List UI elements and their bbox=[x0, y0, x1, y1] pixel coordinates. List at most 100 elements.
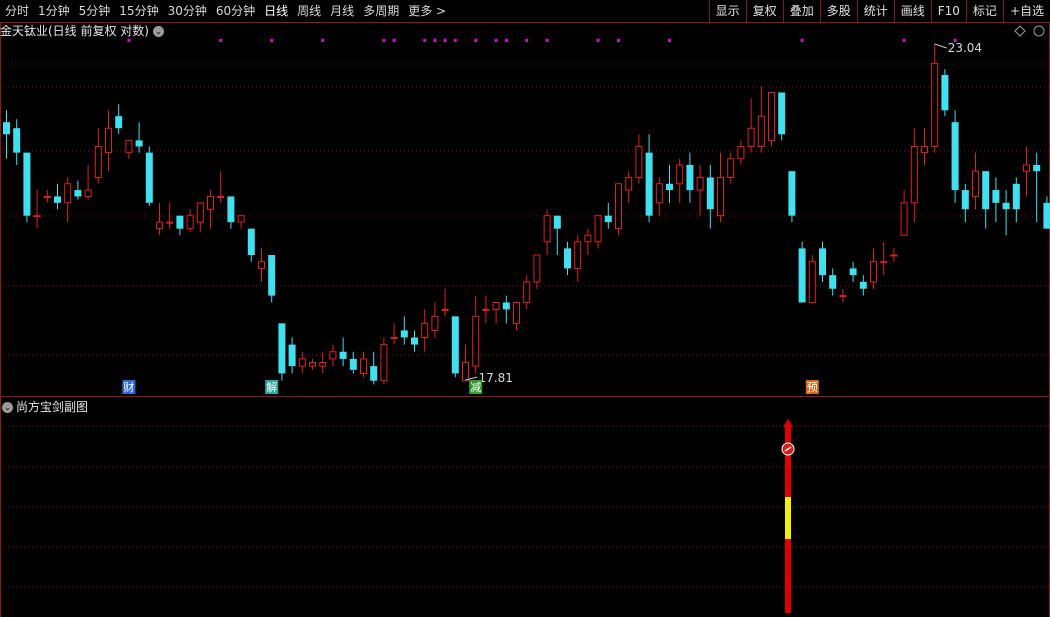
candle-body-down bbox=[941, 74, 949, 111]
event-marker-0[interactable]: 财 bbox=[123, 380, 134, 394]
candle-body-up bbox=[43, 195, 51, 198]
candle-body-up bbox=[972, 170, 979, 197]
indicator-title-text: 尚方宝剑副图 bbox=[16, 400, 89, 414]
sub-chart-title: ⌄ 尚方宝剑副图 bbox=[0, 399, 88, 415]
candle-body-down bbox=[778, 92, 786, 135]
candle-body-down bbox=[370, 366, 378, 381]
signal-dot bbox=[525, 39, 529, 42]
candle-body-up bbox=[921, 145, 928, 154]
diamond-icon[interactable] bbox=[1014, 25, 1026, 37]
toolbar-button-0[interactable]: 显示 bbox=[708, 0, 746, 22]
candle-body-down bbox=[798, 248, 806, 303]
toolbar-button-8[interactable]: +自选 bbox=[1002, 0, 1050, 22]
period-tab-9[interactable]: 多周期 bbox=[358, 0, 403, 22]
low-price-label: 17.81 bbox=[479, 371, 513, 385]
signal-dot bbox=[494, 39, 498, 42]
sub-indicator-chart[interactable] bbox=[0, 397, 1050, 617]
candle-body-up bbox=[574, 241, 582, 269]
signal-dot bbox=[545, 39, 549, 42]
candle-body-up bbox=[931, 62, 939, 147]
event-marker-2[interactable]: 减 bbox=[470, 381, 481, 394]
toolbar-button-3[interactable]: 多股 bbox=[819, 0, 857, 22]
period-tab-5[interactable]: 60分钟 bbox=[211, 0, 259, 22]
toolbar-button-1[interactable]: 复权 bbox=[745, 0, 783, 22]
candle-body-down bbox=[268, 255, 276, 296]
candle-body-up bbox=[125, 139, 133, 154]
signal-dot bbox=[127, 39, 131, 42]
candle-body-up bbox=[64, 183, 72, 204]
toolbar-button-7[interactable]: 标记 bbox=[965, 0, 1003, 22]
candle-body-up bbox=[1023, 164, 1030, 172]
candle-body-up bbox=[390, 336, 398, 339]
toolbar-button-4[interactable]: 统计 bbox=[856, 0, 894, 22]
toolbar-button-2[interactable]: 叠加 bbox=[782, 0, 820, 22]
candle-body-up bbox=[676, 164, 684, 185]
candle-body-up bbox=[492, 301, 500, 310]
candle-body-up bbox=[258, 261, 265, 269]
period-tab-3[interactable]: 15分钟 bbox=[114, 0, 162, 22]
candle-body-up bbox=[900, 202, 908, 236]
candle-body-up bbox=[543, 215, 551, 243]
toolbar-button-5[interactable]: 画线 bbox=[893, 0, 931, 22]
period-tab-8[interactable]: 月线 bbox=[325, 0, 358, 22]
candle-body-up bbox=[625, 176, 633, 191]
candle-body-down bbox=[1012, 183, 1020, 210]
candle-body-down bbox=[502, 302, 510, 310]
candle-body-up bbox=[635, 145, 643, 178]
main-kline-chart[interactable]: 23.04 17.81 财 解 减 预 bbox=[0, 24, 1050, 396]
candle-body-up bbox=[768, 91, 775, 141]
candle-body-down bbox=[553, 215, 561, 229]
event-marker-1[interactable]: 解 bbox=[266, 380, 277, 394]
candle-body-down bbox=[706, 177, 714, 210]
candle-body-up bbox=[217, 195, 225, 198]
candle-body-down bbox=[645, 152, 653, 216]
sword-bar-bottom bbox=[785, 539, 791, 613]
candle-body-up bbox=[309, 362, 316, 367]
candle-body-down bbox=[788, 171, 796, 216]
event-marker-3[interactable]: 预 bbox=[807, 381, 818, 394]
candle-body-up bbox=[808, 261, 816, 303]
signal-dot bbox=[617, 39, 620, 42]
period-tab-7[interactable]: 周线 bbox=[292, 0, 325, 22]
candle-body-down bbox=[1043, 202, 1050, 229]
candle-body-up bbox=[870, 261, 877, 283]
period-tab-0[interactable]: 分时 bbox=[0, 0, 33, 22]
candle-body-down bbox=[411, 337, 418, 345]
candle-body-down bbox=[74, 190, 82, 197]
candle-body-up bbox=[696, 176, 704, 191]
candle-body-down bbox=[829, 275, 837, 289]
candle-body-up bbox=[880, 261, 888, 264]
candle-body-up bbox=[196, 202, 204, 223]
candle-body-down bbox=[982, 171, 990, 210]
candle-body-up bbox=[84, 189, 92, 197]
signal-dot bbox=[321, 39, 325, 42]
candle-body-down bbox=[400, 330, 408, 338]
toolbar-button-6[interactable]: F10 bbox=[930, 0, 966, 22]
candle-body-up bbox=[717, 176, 724, 217]
candle-body-down bbox=[13, 128, 21, 153]
settings-circle-icon[interactable] bbox=[1033, 25, 1045, 37]
candle-body-up bbox=[757, 115, 765, 147]
candle-body-up bbox=[513, 301, 520, 324]
signal-dot bbox=[382, 39, 386, 42]
stock-title-text: 金天钛业(日线 前复权 对数) bbox=[0, 24, 149, 38]
signal-dot bbox=[474, 39, 478, 42]
candle-body-up bbox=[890, 254, 898, 257]
candle-body-up bbox=[237, 215, 245, 223]
sub-dropdown-icon[interactable]: ⌄ bbox=[2, 402, 13, 413]
period-tab-10[interactable]: 更多 > bbox=[403, 0, 450, 22]
period-tab-1[interactable]: 1分钟 bbox=[33, 0, 74, 22]
candle-body-up bbox=[523, 281, 531, 303]
candle-body-down bbox=[176, 215, 184, 229]
title-dropdown-icon[interactable]: ⌄ bbox=[153, 26, 164, 37]
candle-body-up bbox=[94, 145, 102, 178]
sword-arrow-icon bbox=[783, 419, 793, 427]
candle-body-up bbox=[472, 315, 480, 367]
candle-body-up bbox=[156, 221, 163, 230]
candle-body-down bbox=[349, 358, 357, 370]
period-tab-2[interactable]: 5分钟 bbox=[74, 0, 115, 22]
period-tab-6[interactable]: 日线 bbox=[259, 0, 292, 22]
candle-body-down bbox=[564, 248, 571, 269]
candle-body-down bbox=[451, 316, 459, 374]
period-tab-4[interactable]: 30分钟 bbox=[163, 0, 211, 22]
